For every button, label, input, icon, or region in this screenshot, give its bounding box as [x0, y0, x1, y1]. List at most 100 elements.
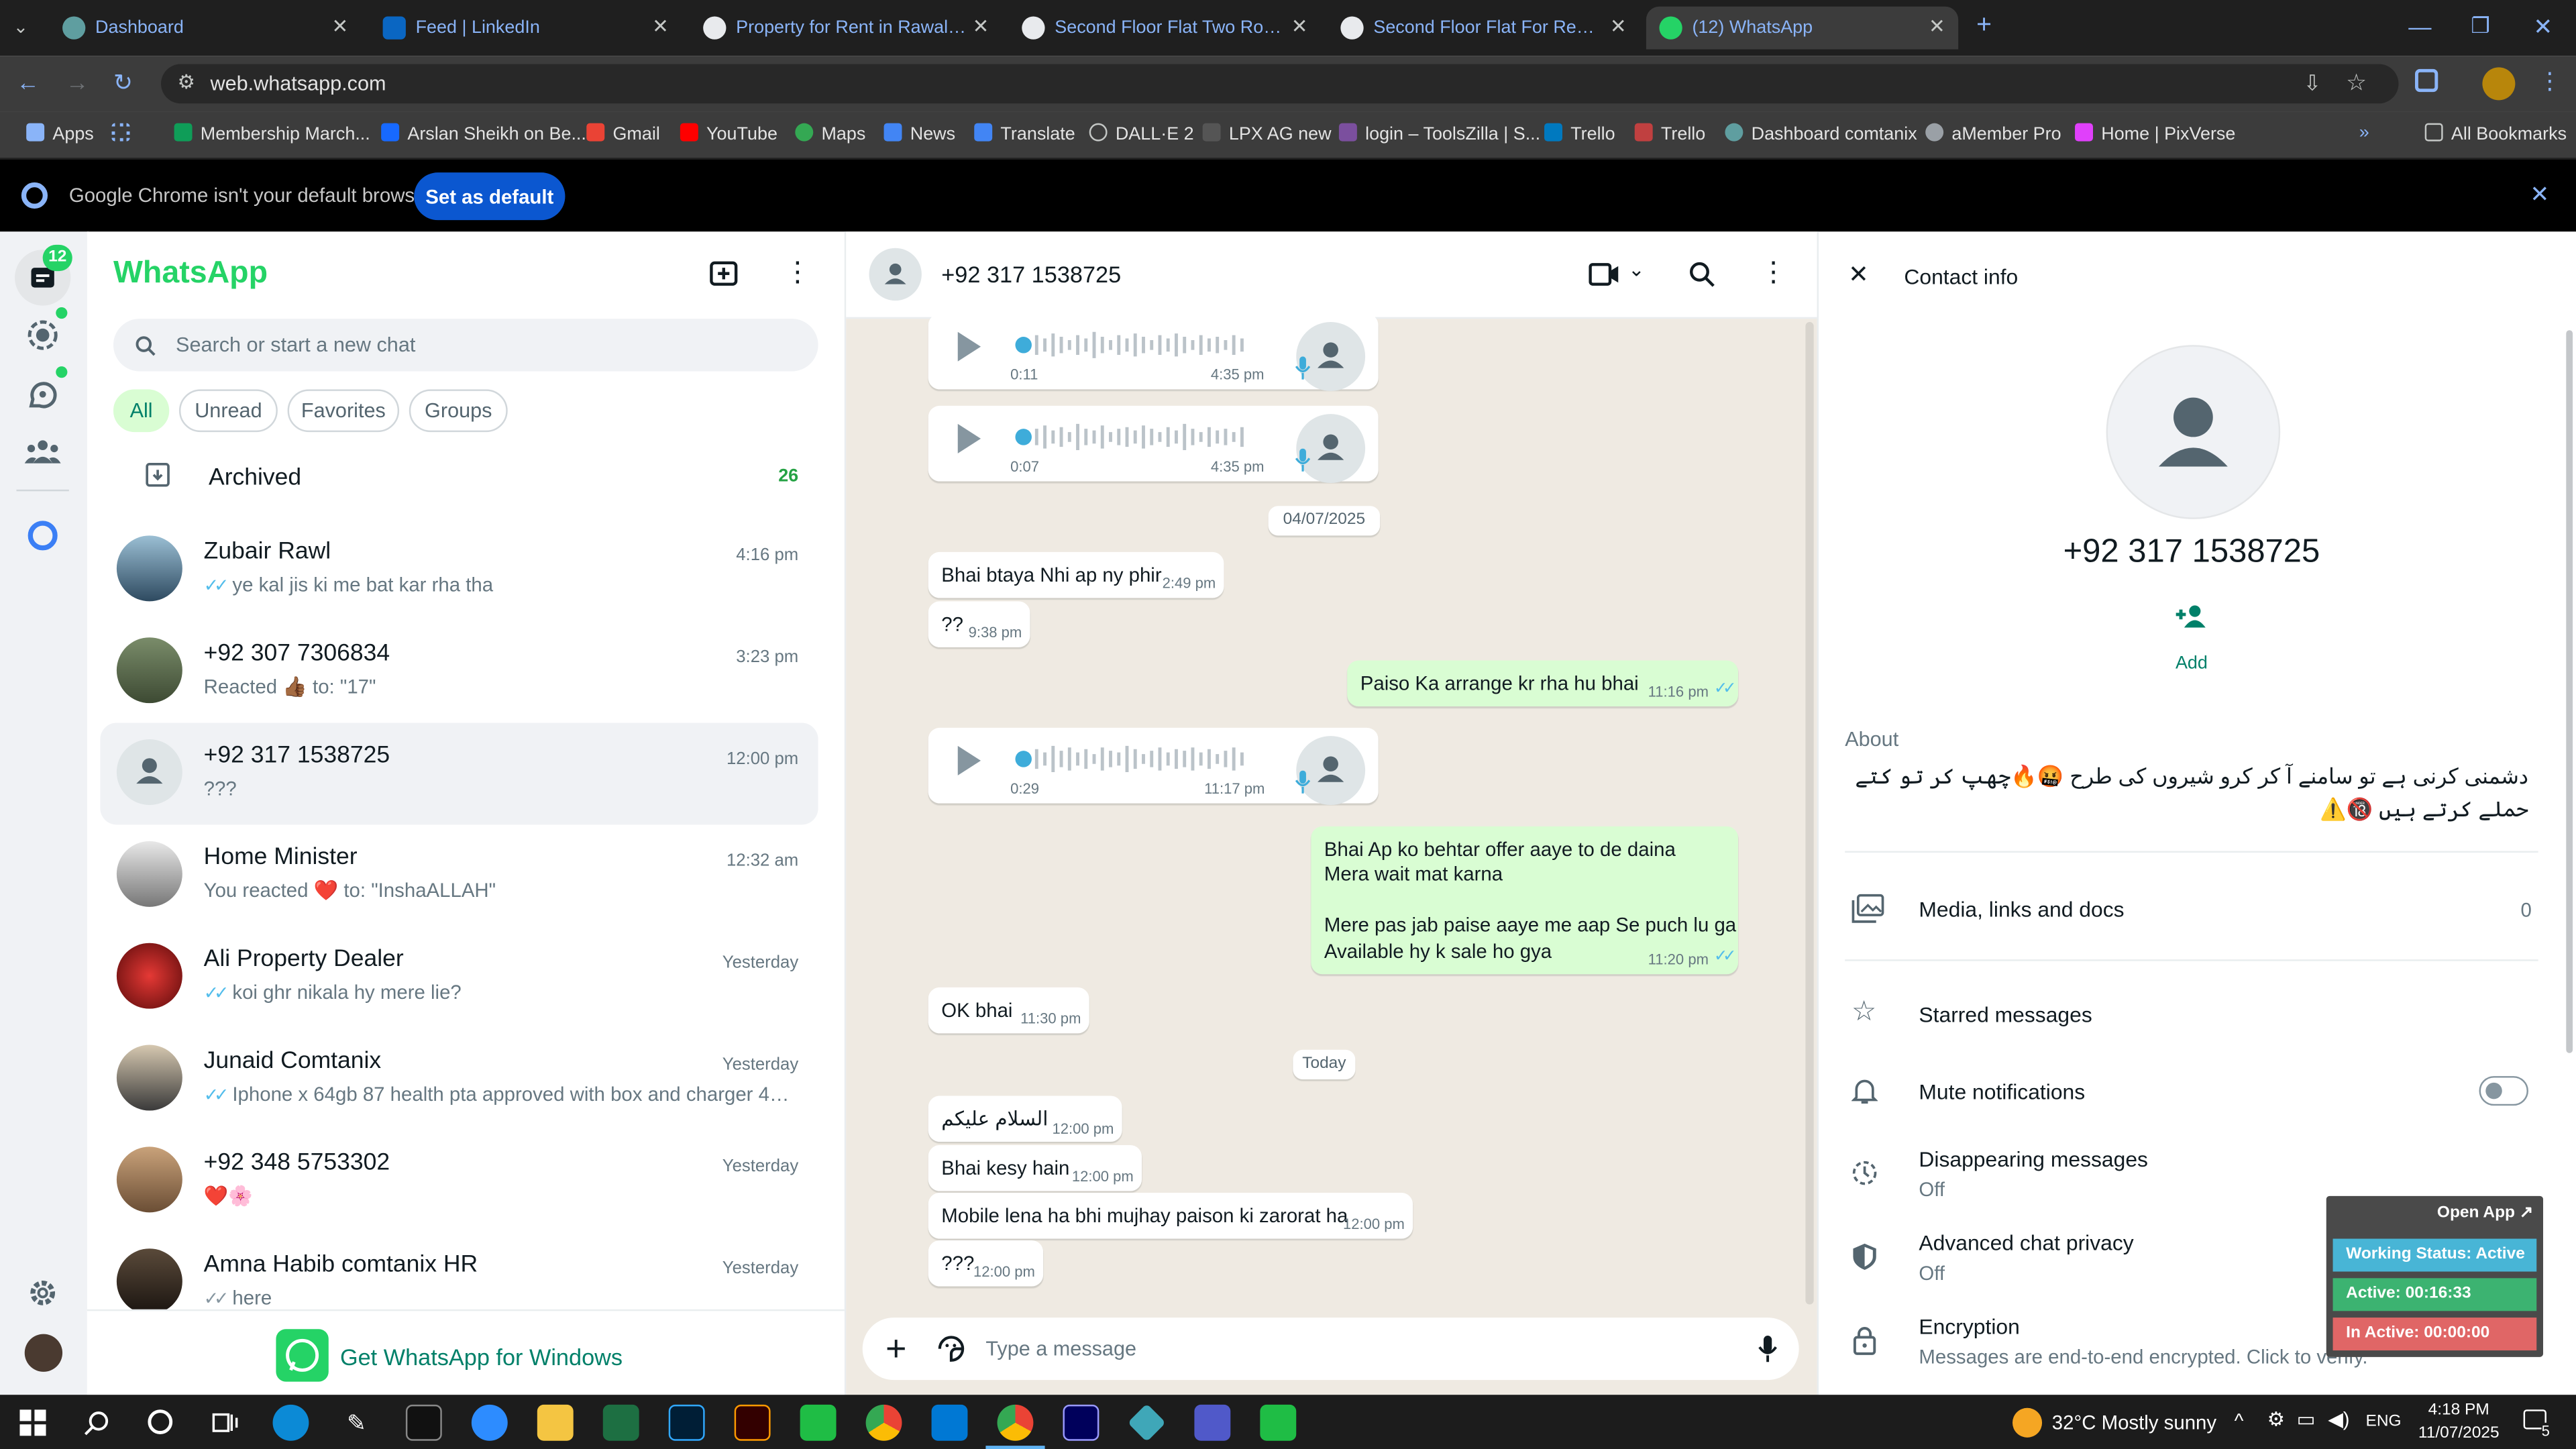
my-profile-avatar[interactable] — [24, 1334, 63, 1372]
filter-all[interactable]: All — [113, 389, 170, 433]
play-icon[interactable] — [955, 422, 984, 455]
weather-text[interactable]: 32°C Mostly sunny — [2052, 1411, 2216, 1434]
bookmark-news[interactable]: News — [883, 123, 955, 145]
tab-second-floor-rent[interactable]: Second Floor Flat For Rent at Ad ✕ — [1328, 7, 1640, 50]
new-chat-button[interactable] — [708, 260, 741, 289]
bookmark-translate[interactable]: Translate — [974, 123, 1075, 145]
tab-close-icon[interactable]: ✕ — [652, 15, 669, 38]
chat-row-selected[interactable]: +92 317 1538725 12:00 pm ??? — [100, 722, 818, 825]
infobar-close-icon[interactable]: ✕ — [2530, 180, 2549, 209]
bookmark-behance[interactable]: Arslan Sheikh on Be... — [381, 123, 586, 145]
window-minimize-icon[interactable]: — — [2408, 13, 2431, 40]
weather-sun-icon[interactable] — [2012, 1407, 2043, 1438]
tab-close-icon[interactable]: ✕ — [332, 15, 349, 38]
chat-row[interactable]: Junaid Comtanix Yesterday ✓✓ Iphone x 64g… — [100, 1028, 818, 1130]
pen-tool-icon[interactable]: ✎ — [338, 1405, 374, 1441]
tab-second-floor-flat[interactable]: Second Floor Flat Two Room Ap ✕ — [1009, 7, 1321, 50]
chrome-icon[interactable] — [865, 1404, 902, 1441]
attach-plus-icon[interactable]: + — [885, 1328, 906, 1371]
open-app-link[interactable]: Open App ↗ — [2437, 1204, 2533, 1222]
bookmark-apps[interactable]: Apps — [26, 123, 94, 145]
bookmark-amember[interactable]: aMember Pro — [1925, 123, 2061, 145]
tab-linkedin[interactable]: Feed | LinkedIn ✕ — [370, 7, 682, 50]
tab-close-icon[interactable]: ✕ — [1291, 15, 1308, 38]
chat-scrollbar[interactable] — [1805, 322, 1814, 1305]
bookmark-star-icon[interactable]: ☆ — [2346, 69, 2367, 97]
bookmark-membership[interactable]: Membership March... — [174, 123, 370, 145]
bookmark-toolszilla[interactable]: login – ToolsZilla | S... — [1338, 123, 1540, 145]
add-contact-label[interactable]: Add — [2159, 654, 2224, 674]
task-view-icon[interactable] — [212, 1409, 238, 1436]
play-icon[interactable] — [955, 744, 984, 777]
tab-whatsapp[interactable]: (12) WhatsApp ✕ — [1646, 6, 1959, 50]
bookmark-youtube[interactable]: YouTube — [680, 123, 777, 145]
chat-row[interactable]: +92 348 5753302 Yesterday ❤️🌸 — [100, 1130, 818, 1232]
chat-list-menu-icon[interactable]: ⋮ — [784, 256, 812, 289]
video-call-icon[interactable] — [1589, 263, 1621, 286]
mute-toggle[interactable] — [2479, 1076, 2528, 1106]
profile-avatar[interactable] — [2482, 67, 2516, 101]
channels-nav-button[interactable] — [26, 380, 59, 413]
message-input[interactable]: Type a message — [985, 1337, 1136, 1360]
file-explorer-icon[interactable] — [537, 1404, 574, 1441]
install-app-icon[interactable]: ⇩ — [2303, 70, 2321, 97]
back-arrow-icon[interactable]: ← — [16, 69, 39, 95]
windows-start-icon[interactable] — [19, 1409, 46, 1436]
get-windows-banner[interactable]: Get WhatsApp for Windows — [87, 1309, 845, 1397]
tab-dashboard[interactable]: Dashboard ✕ — [49, 7, 361, 50]
contact-profile-photo[interactable] — [2106, 345, 2281, 519]
excel-icon[interactable] — [602, 1404, 639, 1441]
browser-menu-icon[interactable]: ⋮ — [2538, 67, 2561, 95]
bookmark-gmail[interactable]: Gmail — [586, 123, 660, 145]
volume-icon[interactable]: ◀) — [2328, 1408, 2349, 1431]
more-bookmarks-icon[interactable]: » — [2359, 123, 2369, 143]
call-dropdown-chevron-icon[interactable]: ⌄ — [1628, 258, 1645, 280]
audio-waveform[interactable] — [1014, 329, 1260, 362]
chat-row[interactable]: Home Minister 12:32 am You reacted ❤️ to… — [100, 824, 818, 926]
bookmark-lpx[interactable]: LPX AG new — [1202, 123, 1332, 145]
communities-nav-button[interactable] — [23, 435, 62, 468]
archived-row[interactable]: Archived 26 — [100, 447, 818, 506]
settings-nav-button[interactable] — [26, 1277, 59, 1309]
edge-browser-icon[interactable] — [272, 1404, 309, 1441]
new-tab-plus-icon[interactable]: + — [1976, 11, 1992, 41]
window-close-icon[interactable]: ✕ — [2533, 13, 2553, 42]
media-links-docs-row[interactable]: Media, links and docs 0 — [1845, 894, 2538, 926]
tab-property-rent[interactable]: Property for Rent in Rawalpindi ✕ — [690, 7, 1002, 50]
conversation-header[interactable]: +92 317 1538725 ⌄ ⋮ — [846, 231, 1817, 319]
chat-row[interactable]: +92 307 7306834 3:23 pm Reacted 👍🏾 to: "… — [100, 621, 818, 723]
all-bookmarks[interactable]: All Bookmarks — [2424, 123, 2567, 145]
clock-date[interactable]: 11/07/2025 — [2418, 1424, 2500, 1442]
close-contact-info-icon[interactable]: ✕ — [1848, 260, 1869, 289]
photoshop-icon[interactable] — [668, 1404, 705, 1441]
meta-ai-icon[interactable] — [28, 521, 58, 551]
bookmark-trello-1[interactable]: Trello — [1544, 123, 1615, 145]
bookmark-dalle[interactable]: DALL·E 2 — [1089, 123, 1194, 145]
search-messages-icon[interactable] — [1689, 261, 1715, 287]
address-bar[interactable]: ⚙ web.whatsapp.com ⇩ ☆ — [161, 64, 2399, 104]
add-contact-icon[interactable] — [2175, 603, 2208, 629]
contact-info-scrollbar[interactable] — [2566, 330, 2573, 1053]
forward-arrow-icon[interactable]: → — [66, 69, 89, 95]
green-app-icon[interactable] — [800, 1404, 837, 1441]
search-input[interactable]: Search or start a new chat — [113, 319, 818, 372]
tab-close-icon[interactable]: ✕ — [1610, 15, 1627, 38]
sticker-emoji-icon[interactable] — [936, 1334, 966, 1364]
chrome-active-icon[interactable] — [997, 1404, 1034, 1441]
apps-grid-icon[interactable] — [111, 123, 138, 145]
set-as-default-button[interactable]: Set as default — [414, 172, 566, 221]
cortana-icon[interactable] — [148, 1409, 173, 1434]
window-restore-icon[interactable]: ❐ — [2471, 13, 2490, 40]
tab-close-icon[interactable]: ✕ — [973, 15, 989, 38]
site-info-icon[interactable]: ⚙ — [177, 70, 195, 93]
play-icon[interactable] — [955, 330, 984, 363]
taskbar-search-icon[interactable] — [84, 1409, 110, 1436]
status-nav-button[interactable] — [26, 319, 59, 352]
chat-row[interactable]: Ali Property Dealer Yesterday ✓✓ koi ghr … — [100, 926, 818, 1028]
bookmark-dashboard-comtanix[interactable]: Dashboard comtanix — [1725, 123, 1917, 145]
zoom-app-icon[interactable] — [471, 1404, 508, 1441]
filter-groups[interactable]: Groups — [409, 389, 508, 433]
header-avatar[interactable] — [869, 248, 922, 301]
teams-icon[interactable] — [1194, 1404, 1231, 1441]
starred-messages-row[interactable]: ☆ Starred messages — [1845, 996, 2538, 1032]
